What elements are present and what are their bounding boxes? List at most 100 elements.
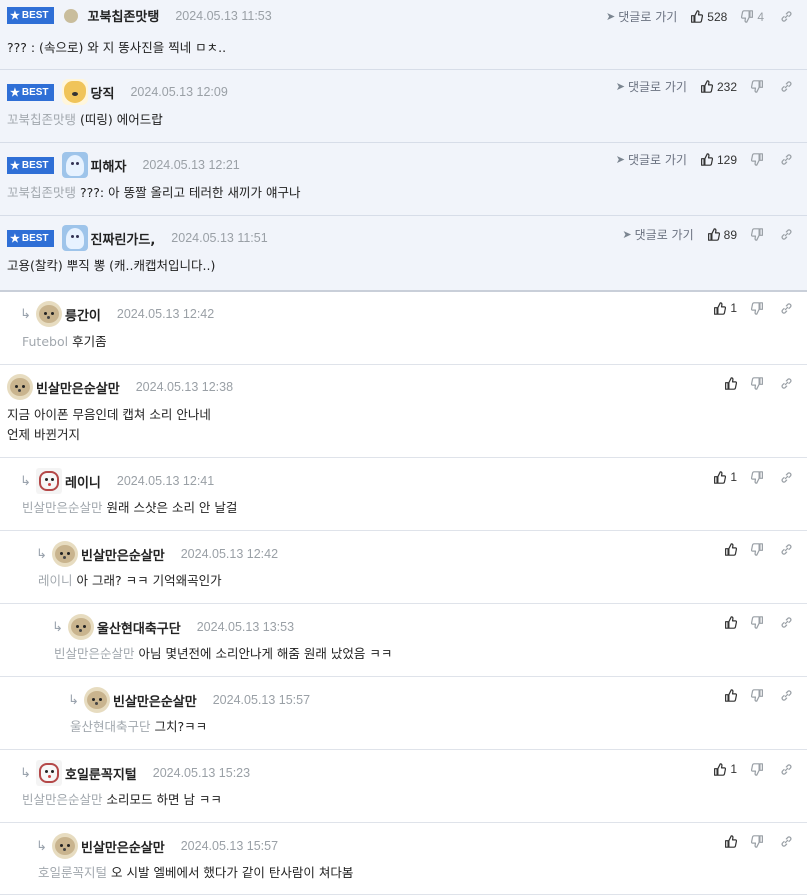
downvote-button[interactable] [751, 228, 764, 241]
seal-avatar[interactable] [68, 614, 94, 640]
reply-target[interactable]: 꼬북칩존맛탱 [7, 112, 76, 127]
comment-author[interactable]: 빈살만은순살만 [81, 545, 165, 564]
ghost-avatar[interactable] [61, 225, 88, 251]
share-link-button[interactable] [780, 377, 793, 390]
reply-arrow-icon: ↳ [20, 306, 31, 322]
share-link-button[interactable] [780, 302, 793, 315]
share-link-button[interactable] [780, 471, 793, 484]
goto-comment-link[interactable]: ➤ 댓글로 가기 [616, 151, 687, 168]
comment-header: ↳ 빈살만은순살만 2024.05.13 12:42 [36, 541, 278, 567]
share-link-button[interactable] [780, 689, 793, 702]
comment-author[interactable]: 릉간이 [65, 305, 101, 324]
dot-avatar[interactable] [63, 8, 78, 23]
thumb-up-icon [713, 762, 727, 776]
comment-date: 2024.05.13 13:53 [196, 620, 295, 634]
downvote-button[interactable] [751, 377, 764, 390]
comment-author[interactable]: 당직 [91, 83, 115, 102]
upvote-button[interactable] [724, 377, 737, 390]
comment-row: ★ BEST 피해자 2024.05.13 12:21 ➤ 댓글로 가기 129 꼬북칩존맛탱… [0, 143, 807, 216]
comment-body: ??? : (속으로) 와 지 똥사진을 찍네 ㅁㅊ.. [7, 40, 227, 55]
share-link-button[interactable] [780, 228, 793, 241]
reply-target[interactable]: 빈살만은순살만 [54, 646, 135, 661]
upvote-button[interactable] [724, 543, 737, 556]
goto-comment-link[interactable]: ➤ 댓글로 가기 [616, 78, 687, 95]
comment-author[interactable]: 레이니 [65, 472, 101, 491]
downvote-button[interactable] [751, 80, 764, 93]
fox-avatar[interactable] [61, 79, 88, 105]
share-link-button[interactable] [780, 153, 793, 166]
thumb-down-icon [751, 470, 764, 484]
upvote-button[interactable]: 528 [690, 10, 727, 24]
dog-avatar[interactable] [36, 760, 62, 786]
downvote-button[interactable] [751, 835, 764, 848]
reply-target[interactable]: 빈살만은순살만 [22, 500, 103, 515]
seal-avatar[interactable] [52, 541, 78, 567]
comment-body: 그치?ㅋㅋ [154, 719, 208, 734]
reply-target[interactable]: 호일룬꼭지털 [38, 865, 107, 880]
comment-author[interactable]: 빈살만은순살만 [36, 378, 120, 397]
comment-author[interactable]: 빈살만은순살만 [113, 691, 197, 710]
reply-target[interactable]: Futebol [22, 334, 68, 349]
dog-avatar[interactable] [36, 468, 62, 494]
comment-row: ★ BEST 꼬북칩존맛탱 2024.05.13 11:53 ➤ 댓글로 가기 528 4??… [0, 0, 807, 70]
thumb-down-icon [751, 228, 764, 241]
upvote-button[interactable]: 1 [713, 301, 737, 315]
share-link-button[interactable] [780, 543, 793, 556]
comment-row: ↳ 빈살만은순살만 2024.05.13 12:42 레이니 아 그래? ㅋㅋ 기억왜곡… [0, 531, 807, 604]
star-icon: ★ [10, 86, 20, 99]
upvote-button[interactable]: 232 [700, 80, 737, 94]
seal-avatar[interactable] [52, 833, 78, 859]
comment-header: ★ BEST 진짜린가드, 2024.05.13 11:51 [7, 225, 268, 251]
reply-target[interactable]: 레이니 [38, 573, 73, 588]
thumb-up-icon [707, 228, 720, 241]
seal-avatar[interactable] [84, 687, 110, 713]
downvote-button[interactable] [751, 543, 764, 556]
goto-comment-link[interactable]: ➤ 댓글로 가기 [622, 226, 693, 243]
reply-target[interactable]: 꼬북칩존맛탱 [7, 185, 76, 200]
upvote-button[interactable] [724, 616, 737, 629]
comment-author[interactable]: 호일룬꼭지털 [65, 764, 137, 783]
comment-row: ★ BEST 당직 2024.05.13 12:09 ➤ 댓글로 가기 232 꼬북칩존맛탱 (… [0, 70, 807, 143]
upvote-button[interactable] [724, 689, 737, 702]
downvote-button[interactable] [751, 689, 764, 702]
comment-actions: ➤ 댓글로 가기 528 4 [606, 8, 793, 25]
link-icon [780, 543, 793, 556]
comment-actions: 1 [713, 470, 793, 484]
comment-header: ↳ 빈살만은순살만 2024.05.13 15:57 [68, 687, 310, 713]
reply-target[interactable]: 울산현대축구단 [70, 719, 151, 734]
upvote-button[interactable]: 1 [713, 470, 737, 484]
downvote-button[interactable] [751, 153, 764, 166]
downvote-button[interactable] [751, 301, 764, 315]
comment-row: ↳ 레이니 2024.05.13 12:41 1 빈살만은순살만 원래 스샷은 소리 안 … [0, 458, 807, 531]
comment-author[interactable]: 꼬북칩존맛탱 [88, 6, 160, 25]
comment-author[interactable]: 피해자 [91, 156, 127, 175]
comment-text: 빈살만은순살만 소리모드 하면 남 ㅋㅋ [22, 790, 222, 810]
seal-avatar[interactable] [36, 301, 62, 327]
comment-text: 호일룬꼭지털 오 시발 엘베에서 했다가 같이 탄사람이 쳐다봄 [38, 863, 353, 883]
comment-header: ↳ 빈살만은순살만 2024.05.13 15:57 [36, 833, 278, 859]
upvote-button[interactable] [724, 835, 737, 848]
share-link-button[interactable] [780, 763, 793, 776]
reply-target[interactable]: 빈살만은순살만 [22, 792, 103, 807]
link-icon [780, 616, 793, 629]
share-link-button[interactable] [780, 835, 793, 848]
seal-avatar[interactable] [7, 374, 33, 400]
downvote-button[interactable] [751, 762, 764, 776]
comment-body: (띠링) 에어드랍 [80, 112, 163, 127]
comment-date: 2024.05.13 12:42 [180, 547, 279, 561]
comment-actions: ➤ 댓글로 가기 89 [622, 226, 793, 243]
comment-author[interactable]: 울산현대축구단 [97, 618, 181, 637]
goto-comment-link[interactable]: ➤ 댓글로 가기 [606, 8, 677, 25]
downvote-button[interactable] [751, 470, 764, 484]
upvote-button[interactable]: 89 [707, 228, 737, 242]
downvote-button[interactable]: 4 [741, 10, 764, 24]
comment-author[interactable]: 진짜린가드, [91, 229, 156, 248]
downvote-button[interactable] [751, 616, 764, 629]
ghost-avatar[interactable] [61, 152, 88, 178]
share-link-button[interactable] [780, 10, 793, 23]
share-link-button[interactable] [780, 616, 793, 629]
share-link-button[interactable] [780, 80, 793, 93]
upvote-button[interactable]: 129 [700, 153, 737, 167]
upvote-button[interactable]: 1 [713, 762, 737, 776]
comment-author[interactable]: 빈살만은순살만 [81, 837, 165, 856]
